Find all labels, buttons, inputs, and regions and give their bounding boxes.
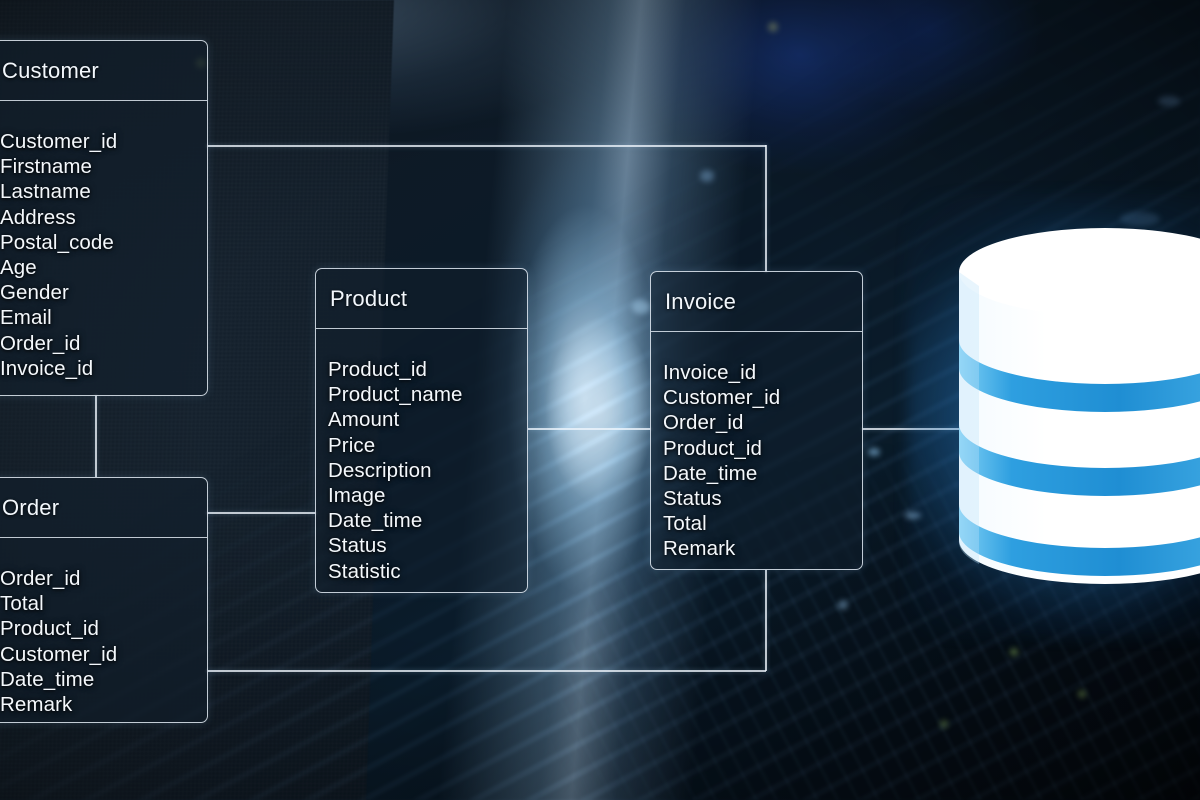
er-table-order[interactable]: Order Order_id Total Product_id Customer… <box>0 477 208 723</box>
er-field: Statistic <box>328 559 401 583</box>
er-field: Product_id <box>663 436 763 460</box>
connector-product-to-invoice-horizontal <box>528 428 651 430</box>
er-field: Order_id <box>0 567 81 590</box>
er-table-title: Product <box>330 285 408 311</box>
er-table-customer[interactable]: Customer Customer_id Firstname Lastname … <box>0 40 208 396</box>
connector-order-to-product-horizontal <box>207 512 316 514</box>
er-field: Product_id <box>0 617 100 641</box>
er-table-title: Customer <box>2 57 99 83</box>
er-field: Email <box>0 306 52 330</box>
er-field: Date_time <box>0 667 95 691</box>
connector-customer-to-order-vertical <box>95 395 97 477</box>
er-field: Amount <box>328 408 400 432</box>
connector-customer-to-invoice-horizontal <box>207 145 766 147</box>
er-table-title: Order <box>2 494 60 520</box>
er-field: Date_time <box>328 509 423 533</box>
er-field: Invoice_id <box>663 361 757 384</box>
er-field: Total <box>0 592 44 616</box>
er-field: Status <box>663 487 722 511</box>
er-table-header: Product <box>316 269 527 329</box>
er-field: Description <box>328 458 432 482</box>
er-field-list: Customer_id Firstname Lastname Address P… <box>0 101 207 397</box>
er-table-header: Order <box>0 478 207 538</box>
er-field: Total <box>663 512 707 536</box>
er-field: Address <box>0 205 76 229</box>
connector-order-to-invoice-horizontal <box>207 670 766 672</box>
database-cylinder-icon[interactable] <box>907 194 1200 638</box>
er-table-invoice[interactable]: Invoice Invoice_id Customer_id Order_id … <box>650 271 863 570</box>
er-field: Customer_id <box>0 642 118 666</box>
er-field: Lastname <box>0 180 91 204</box>
er-diagram-overlay: Customer Customer_id Firstname Lastname … <box>0 0 1200 800</box>
er-field: Image <box>328 484 386 508</box>
er-field-list: Invoice_id Customer_id Order_id Product_… <box>651 332 862 578</box>
screenshot-canvas: Customer Customer_id Firstname Lastname … <box>0 0 1200 800</box>
er-field: Remark <box>0 693 73 717</box>
er-field: Firstname <box>0 155 93 179</box>
er-field: Date_time <box>663 461 758 485</box>
er-field: Price <box>328 433 376 457</box>
database-cylinder-shape <box>958 228 1200 584</box>
er-table-header: Invoice <box>651 272 862 332</box>
connector-order-to-invoice-vertical <box>765 570 767 671</box>
er-table-product[interactable]: Product Product_id Product_name Amount P… <box>315 268 528 593</box>
er-field-list: Product_id Product_name Amount Price Des… <box>316 329 527 600</box>
er-field: Product_name <box>328 383 463 407</box>
er-field: Remark <box>663 537 736 561</box>
er-field: Customer_id <box>663 386 781 410</box>
er-field: Gender <box>0 281 69 305</box>
er-table-title: Invoice <box>665 288 737 314</box>
er-field: Age <box>0 256 37 280</box>
er-field: Invoice_id <box>0 356 94 380</box>
er-field: Order_id <box>0 331 81 355</box>
er-field: Postal_code <box>0 230 114 254</box>
er-field: Order_id <box>663 411 744 435</box>
er-field-list: Order_id Total Product_id Customer_id Da… <box>0 538 207 733</box>
er-field: Status <box>328 534 387 558</box>
er-field: Product_id <box>328 358 428 381</box>
er-field: Customer_id <box>0 130 118 153</box>
er-table-header: Customer <box>0 41 207 101</box>
connector-customer-to-invoice-vertical <box>765 145 767 272</box>
